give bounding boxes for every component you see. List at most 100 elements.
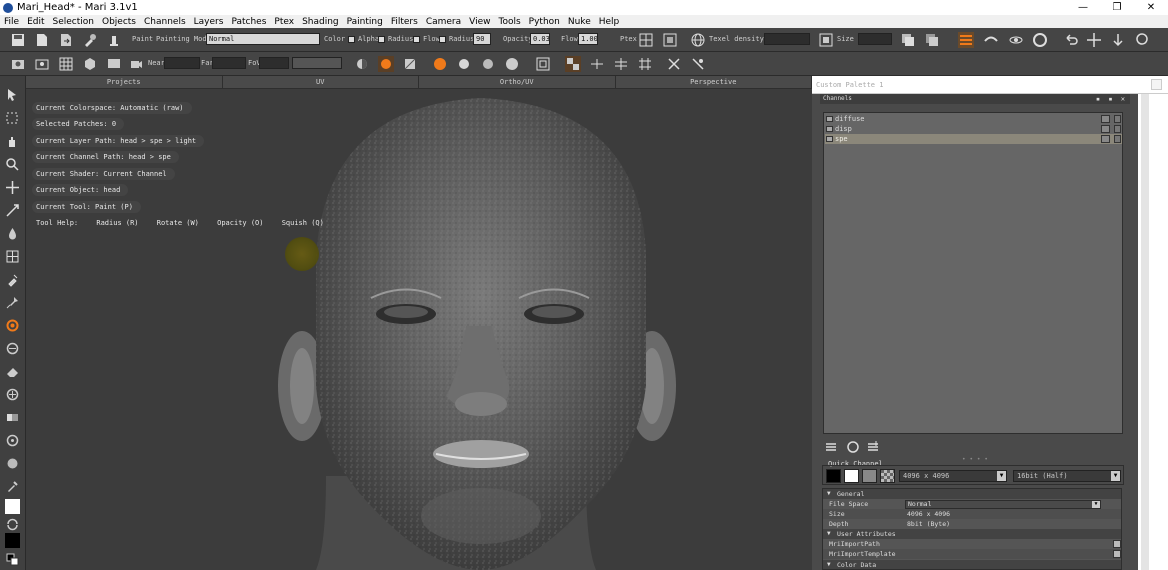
undo-icon[interactable] (1063, 32, 1079, 48)
lock-icon[interactable] (1114, 135, 1121, 143)
channel-visibility-icon[interactable] (1101, 125, 1110, 133)
radius-input[interactable]: 90 (473, 33, 491, 45)
color-checkbox[interactable] (348, 36, 355, 43)
channel-refresh-icon[interactable] (846, 440, 860, 454)
arrow-down-icon[interactable] (1110, 32, 1126, 48)
tab-uv[interactable]: UV (223, 76, 419, 88)
sphere-shaded-icon[interactable] (480, 56, 496, 72)
sphere-tool-icon[interactable] (5, 456, 20, 471)
save-icon[interactable] (10, 32, 26, 48)
align-grid-icon[interactable] (637, 56, 653, 72)
minimize-button[interactable]: — (1066, 0, 1100, 15)
tab-ortho-uv[interactable]: Ortho/UV (419, 76, 616, 88)
paint-tool-icon[interactable] (5, 318, 20, 333)
mirror-paint-icon[interactable] (1032, 32, 1048, 48)
orange-sphere-icon[interactable] (432, 56, 448, 72)
menu-ptex[interactable]: Ptex (270, 17, 298, 27)
channel-add-icon[interactable] (866, 440, 880, 454)
near-input[interactable] (164, 57, 200, 69)
menu-layers[interactable]: Layers (190, 17, 228, 27)
fov-slider[interactable] (292, 57, 342, 69)
section-general[interactable]: ▼ General (823, 489, 1121, 499)
flow-checkbox[interactable] (439, 36, 446, 43)
radius-checkbox[interactable] (413, 36, 420, 43)
menu-shading[interactable]: Shading (298, 17, 343, 27)
viewport[interactable]: Projects UV Ortho/UV Perspective Current… (26, 76, 812, 570)
channel-visibility-icon[interactable] (1101, 115, 1110, 123)
photo-icon[interactable] (34, 56, 50, 72)
menu-edit[interactable]: Edit (23, 17, 48, 27)
background-color-swatch[interactable] (5, 533, 20, 548)
menu-file[interactable]: File (0, 17, 23, 27)
eraser-tool-icon[interactable] (5, 364, 20, 379)
scrollbar-track[interactable] (1141, 94, 1149, 570)
tab-projects[interactable]: Projects (26, 76, 223, 88)
far-input[interactable] (212, 57, 246, 69)
quick-channel-transparent-swatch[interactable] (880, 469, 895, 483)
menu-filters[interactable]: Filters (387, 17, 422, 27)
sphere-lit-icon[interactable] (504, 56, 520, 72)
swap-colors-icon[interactable] (5, 517, 20, 532)
eyedropper-tool-icon[interactable] (5, 479, 20, 494)
menu-channels[interactable]: Channels (140, 17, 190, 27)
menu-selection[interactable]: Selection (49, 17, 98, 27)
size-select[interactable] (858, 33, 892, 45)
menu-nuke[interactable]: Nuke (564, 17, 595, 27)
quick-channel-gray-swatch[interactable] (862, 469, 877, 483)
pan-tool-icon[interactable] (5, 134, 20, 149)
attr-menu-icon[interactable] (1113, 550, 1121, 558)
screen-icon[interactable] (106, 56, 122, 72)
section-color-data[interactable]: ▼ Color Data (823, 560, 1121, 569)
texel-density-input[interactable] (764, 33, 810, 45)
menu-patches[interactable]: Patches (227, 17, 270, 27)
fov-input[interactable] (259, 57, 289, 69)
lighting-icon[interactable] (354, 56, 370, 72)
checker-icon[interactable] (565, 56, 581, 72)
maximize-button[interactable]: ❐ (1100, 0, 1134, 15)
channel-item-disp[interactable]: disp (825, 124, 1122, 134)
brush-settings-icon[interactable] (82, 32, 98, 48)
layers-merge-icon[interactable] (924, 32, 940, 48)
clone-stamp-icon[interactable] (983, 32, 999, 48)
channel-list-icon[interactable] (824, 440, 838, 454)
frame-icon[interactable] (535, 56, 551, 72)
quick-channel-white-swatch[interactable] (844, 469, 859, 483)
quick-channel-size-select[interactable]: 4096 x 4096 ▼ (899, 470, 1007, 482)
drop-tool-icon[interactable] (5, 226, 20, 241)
menu-view[interactable]: View (465, 17, 494, 27)
channel-item-spe[interactable]: spe (825, 134, 1122, 144)
lock-icon[interactable] (1114, 115, 1121, 123)
menu-painting[interactable]: Painting (343, 17, 387, 27)
paint-light-icon[interactable] (378, 56, 394, 72)
tab-perspective[interactable]: Perspective (616, 76, 812, 88)
size-icon[interactable] (818, 32, 834, 48)
foreground-color-swatch[interactable] (5, 499, 20, 514)
paint-fx-icon[interactable] (666, 56, 682, 72)
alpha-checkbox[interactable] (378, 36, 385, 43)
section-user-attributes[interactable]: ▼ User Attributes (823, 529, 1121, 539)
ptex-grid-icon[interactable] (638, 32, 654, 48)
new-file-icon[interactable] (34, 32, 50, 48)
export-icon[interactable] (58, 32, 74, 48)
flow-input[interactable]: 1.00 (578, 33, 598, 45)
warp-tool-icon[interactable] (5, 203, 20, 218)
sphere-flat-icon[interactable] (456, 56, 472, 72)
close-button[interactable]: ✕ (1134, 0, 1168, 15)
gradient-tool-icon[interactable] (5, 410, 20, 425)
reset-colors-icon[interactable] (5, 552, 20, 567)
blur-tool-icon[interactable] (5, 433, 20, 448)
globe-icon[interactable] (690, 32, 706, 48)
select-tool-icon[interactable] (5, 87, 20, 102)
quick-channel-depth-select[interactable]: 16bit (Half) ▼ (1013, 470, 1121, 482)
camera-icon[interactable] (10, 56, 26, 72)
stamp-icon[interactable] (106, 32, 122, 48)
layers-stack-icon[interactable] (900, 32, 916, 48)
palette-scrollbar[interactable] (1138, 94, 1168, 570)
lasso-icon[interactable] (1134, 32, 1150, 48)
channels-controls[interactable]: ▪ ▪ ✕ (1096, 94, 1127, 104)
paint-through-tool-icon[interactable] (5, 341, 20, 356)
menu-camera[interactable]: Camera (422, 17, 465, 27)
cube-icon[interactable] (82, 56, 98, 72)
file-space-select[interactable]: Normal ▼ (905, 500, 1101, 509)
zoom-tool-icon[interactable] (5, 157, 20, 172)
